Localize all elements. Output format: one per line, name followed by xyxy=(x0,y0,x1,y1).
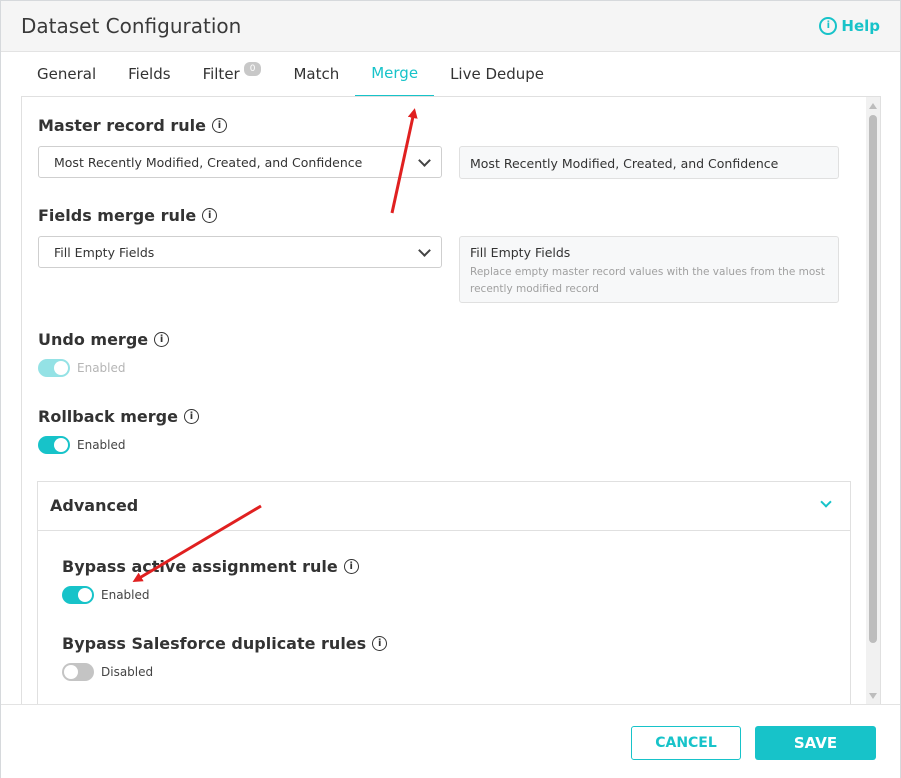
section-label-text: Bypass Salesforce duplicate rules xyxy=(62,634,367,653)
toggle-knob xyxy=(64,665,78,679)
dialog-footer: CANCEL SAVE xyxy=(1,704,900,778)
dialog-title: Dataset Configuration xyxy=(21,14,242,38)
bypass-assignment-toggle[interactable] xyxy=(62,586,94,604)
help-link[interactable]: i Help xyxy=(819,17,880,35)
rollback-merge-toggle-row: Enabled xyxy=(38,436,126,454)
bypass-duplicate-rules-label: Bypass Salesforce duplicate rules i xyxy=(62,634,388,653)
description-title: Fill Empty Fields xyxy=(470,245,571,260)
tab-label: Fields xyxy=(128,65,171,83)
vertical-scrollbar[interactable] xyxy=(866,97,880,705)
tab-label: Filter xyxy=(202,65,240,83)
master-record-rule-select[interactable]: Most Recently Modified, Created, and Con… xyxy=(38,146,442,178)
save-button[interactable]: SAVE xyxy=(755,726,876,760)
undo-merge-toggle[interactable] xyxy=(38,359,70,377)
select-value: Most Recently Modified, Created, and Con… xyxy=(54,154,363,170)
tab-label: Merge xyxy=(371,64,419,82)
undo-merge-label: Undo merge i xyxy=(38,330,170,349)
toggle-state-text: Disabled xyxy=(101,665,154,679)
tab-filter[interactable]: Filter 0 xyxy=(187,51,278,97)
info-icon[interactable]: i xyxy=(154,332,170,347)
section-label-text: Bypass active assignment rule xyxy=(62,557,338,576)
tab-general[interactable]: General xyxy=(21,51,112,97)
bypass-duplicate-toggle[interactable] xyxy=(62,663,94,681)
section-label-text: Rollback merge xyxy=(38,407,178,426)
info-icon[interactable]: i xyxy=(202,208,218,223)
toggle-state-text: Enabled xyxy=(77,438,126,452)
tab-label: Live Dedupe xyxy=(450,65,545,83)
tab-bar: General Fields Filter 0 Match Merge Live… xyxy=(21,51,560,97)
bypass-duplicate-toggle-row: Disabled xyxy=(62,663,153,681)
tab-live-dedupe[interactable]: Live Dedupe xyxy=(434,51,560,97)
tab-merge[interactable]: Merge xyxy=(355,51,435,97)
info-icon[interactable]: i xyxy=(372,636,388,651)
tab-label: Match xyxy=(293,65,340,83)
undo-merge-toggle-row: Enabled xyxy=(38,359,126,377)
toggle-knob xyxy=(78,588,92,602)
scrollbar-thumb[interactable] xyxy=(869,115,877,643)
description-text: Replace empty master record values with … xyxy=(470,266,825,295)
select-value: Fill Empty Fields xyxy=(54,244,155,260)
info-icon[interactable]: i xyxy=(211,118,227,133)
merge-settings-panel: Master record rule i Most Recently Modif… xyxy=(21,96,881,705)
section-label-text: Undo merge xyxy=(38,330,149,349)
bypass-assignment-toggle-row: Enabled xyxy=(62,586,150,604)
toggle-knob xyxy=(54,361,68,375)
fields-merge-rule-description: Fill Empty Fields Replace empty master r… xyxy=(459,236,839,303)
toggle-state-text: Enabled xyxy=(101,588,150,602)
tab-fields[interactable]: Fields xyxy=(112,51,186,97)
info-icon: i xyxy=(819,17,838,35)
description-title: Most Recently Modified, Created, and Con… xyxy=(470,156,779,171)
dataset-configuration-dialog: Dataset Configuration i Help General Fie… xyxy=(0,0,901,778)
section-label-text: Master record rule xyxy=(38,116,206,135)
tab-label: General xyxy=(37,65,97,83)
master-record-rule-description: Most Recently Modified, Created, and Con… xyxy=(459,146,839,179)
scroll-up-icon[interactable] xyxy=(869,103,877,109)
advanced-header[interactable]: Advanced xyxy=(38,482,850,531)
dialog-header: Dataset Configuration i Help xyxy=(1,1,900,52)
toggle-state-text: Enabled xyxy=(77,361,126,375)
rollback-merge-label: Rollback merge i xyxy=(38,407,199,426)
master-record-rule-label: Master record rule i xyxy=(38,116,227,135)
fields-merge-rule-select[interactable]: Fill Empty Fields xyxy=(38,236,442,268)
filter-count-badge: 0 xyxy=(243,62,262,76)
chevron-down-icon xyxy=(820,496,832,508)
info-icon[interactable]: i xyxy=(183,409,199,424)
scroll-down-icon[interactable] xyxy=(869,693,877,699)
help-label: Help xyxy=(841,17,880,35)
advanced-section: Advanced Bypass active assignment rule i… xyxy=(37,481,851,705)
chevron-down-icon xyxy=(418,154,431,167)
info-icon[interactable]: i xyxy=(343,559,359,574)
rollback-merge-toggle[interactable] xyxy=(38,436,70,454)
toggle-knob xyxy=(54,438,68,452)
fields-merge-rule-label: Fields merge rule i xyxy=(38,206,218,225)
section-label-text: Fields merge rule xyxy=(38,206,197,225)
cancel-button[interactable]: CANCEL xyxy=(631,726,741,760)
advanced-title: Advanced xyxy=(50,496,139,515)
chevron-down-icon xyxy=(418,244,431,257)
tab-match[interactable]: Match xyxy=(277,51,355,97)
bypass-assignment-rule-label: Bypass active assignment rule i xyxy=(62,557,359,576)
